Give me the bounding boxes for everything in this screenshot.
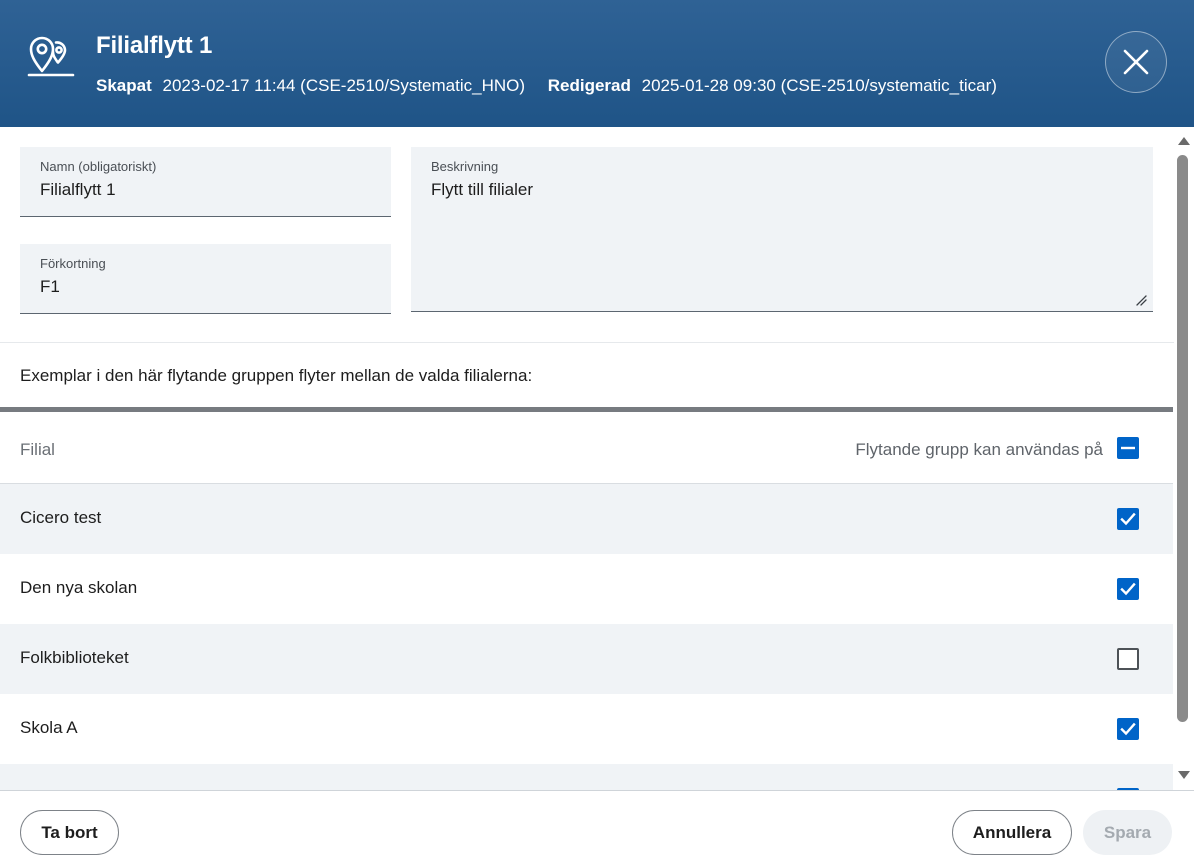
description-field[interactable]: Beskrivning Flytt till filialer <box>411 147 1153 312</box>
dialog-header: Filialflytt 1 Skapat 2023-02-17 11:44 (C… <box>0 0 1194 127</box>
cancel-button[interactable]: Annullera <box>952 810 1072 855</box>
table-row: Folkbiblioteket <box>0 624 1173 694</box>
dialog-content: Namn (obligatoriskt) Filialflytt 1 Förko… <box>0 127 1174 790</box>
dialog-footer: Ta bort Annullera Spara <box>0 790 1194 868</box>
header-meta: Skapat 2023-02-17 11:44 (CSE-2510/System… <box>96 76 1015 96</box>
resize-handle-icon[interactable] <box>1135 293 1147 306</box>
created-value: 2023-02-17 11:44 (CSE-2510/Systematic_HN… <box>162 76 526 95</box>
table-row: Skola A <box>0 694 1173 764</box>
description-field-label: Beskrivning <box>431 159 499 174</box>
column-header-branch: Filial <box>20 440 55 459</box>
row-checkbox[interactable] <box>1117 648 1139 670</box>
close-button[interactable] <box>1105 31 1167 93</box>
name-field-label: Namn (obligatoriskt) <box>40 159 157 174</box>
scroll-down-arrow-icon[interactable] <box>1178 771 1190 779</box>
scrollbar-thumb[interactable] <box>1177 155 1188 722</box>
name-field-value[interactable]: Filialflytt 1 <box>40 180 116 200</box>
section-divider <box>0 342 1174 343</box>
row-checkbox[interactable] <box>1117 508 1139 530</box>
table-row <box>0 764 1173 790</box>
name-field[interactable]: Namn (obligatoriskt) Filialflytt 1 <box>20 147 391 217</box>
created-label: Skapat <box>96 76 152 95</box>
branch-name: Cicero test <box>20 508 102 527</box>
content-scrollbar[interactable] <box>1174 127 1194 790</box>
branch-name: Skola A <box>20 718 78 737</box>
abbreviation-field[interactable]: Förkortning F1 <box>20 244 391 314</box>
intro-text: Exemplar i den här flytande gruppen flyt… <box>20 366 533 385</box>
branch-table: Filial Flytande grupp kan användas på Ci… <box>0 407 1173 790</box>
edited-value: 2025-01-28 09:30 (CSE-2510/systematic_ti… <box>641 76 997 95</box>
select-all-checkbox[interactable] <box>1117 437 1139 459</box>
table-row: Cicero test <box>0 484 1173 554</box>
abbreviation-field-value[interactable]: F1 <box>40 277 60 297</box>
column-header-usable: Flytande grupp kan användas på <box>855 440 1103 459</box>
delete-button[interactable]: Ta bort <box>20 810 119 855</box>
close-icon <box>1123 49 1149 75</box>
branch-name: Den nya skolan <box>20 578 138 597</box>
row-checkbox[interactable] <box>1117 578 1139 600</box>
row-checkbox[interactable] <box>1117 718 1139 740</box>
branch-name: Folkbiblioteket <box>20 648 129 667</box>
scroll-up-arrow-icon[interactable] <box>1178 137 1190 145</box>
abbreviation-field-label: Förkortning <box>40 256 106 271</box>
edited-label: Redigerad <box>547 76 631 95</box>
save-button[interactable]: Spara <box>1083 810 1172 855</box>
map-location-pin-icon <box>26 34 76 78</box>
table-row: Den nya skolan <box>0 554 1173 624</box>
description-field-value[interactable]: Flytt till filialer <box>431 180 533 200</box>
table-header: Filial Flytande grupp kan användas på <box>0 412 1173 484</box>
dialog-title: Filialflytt 1 <box>96 32 213 59</box>
